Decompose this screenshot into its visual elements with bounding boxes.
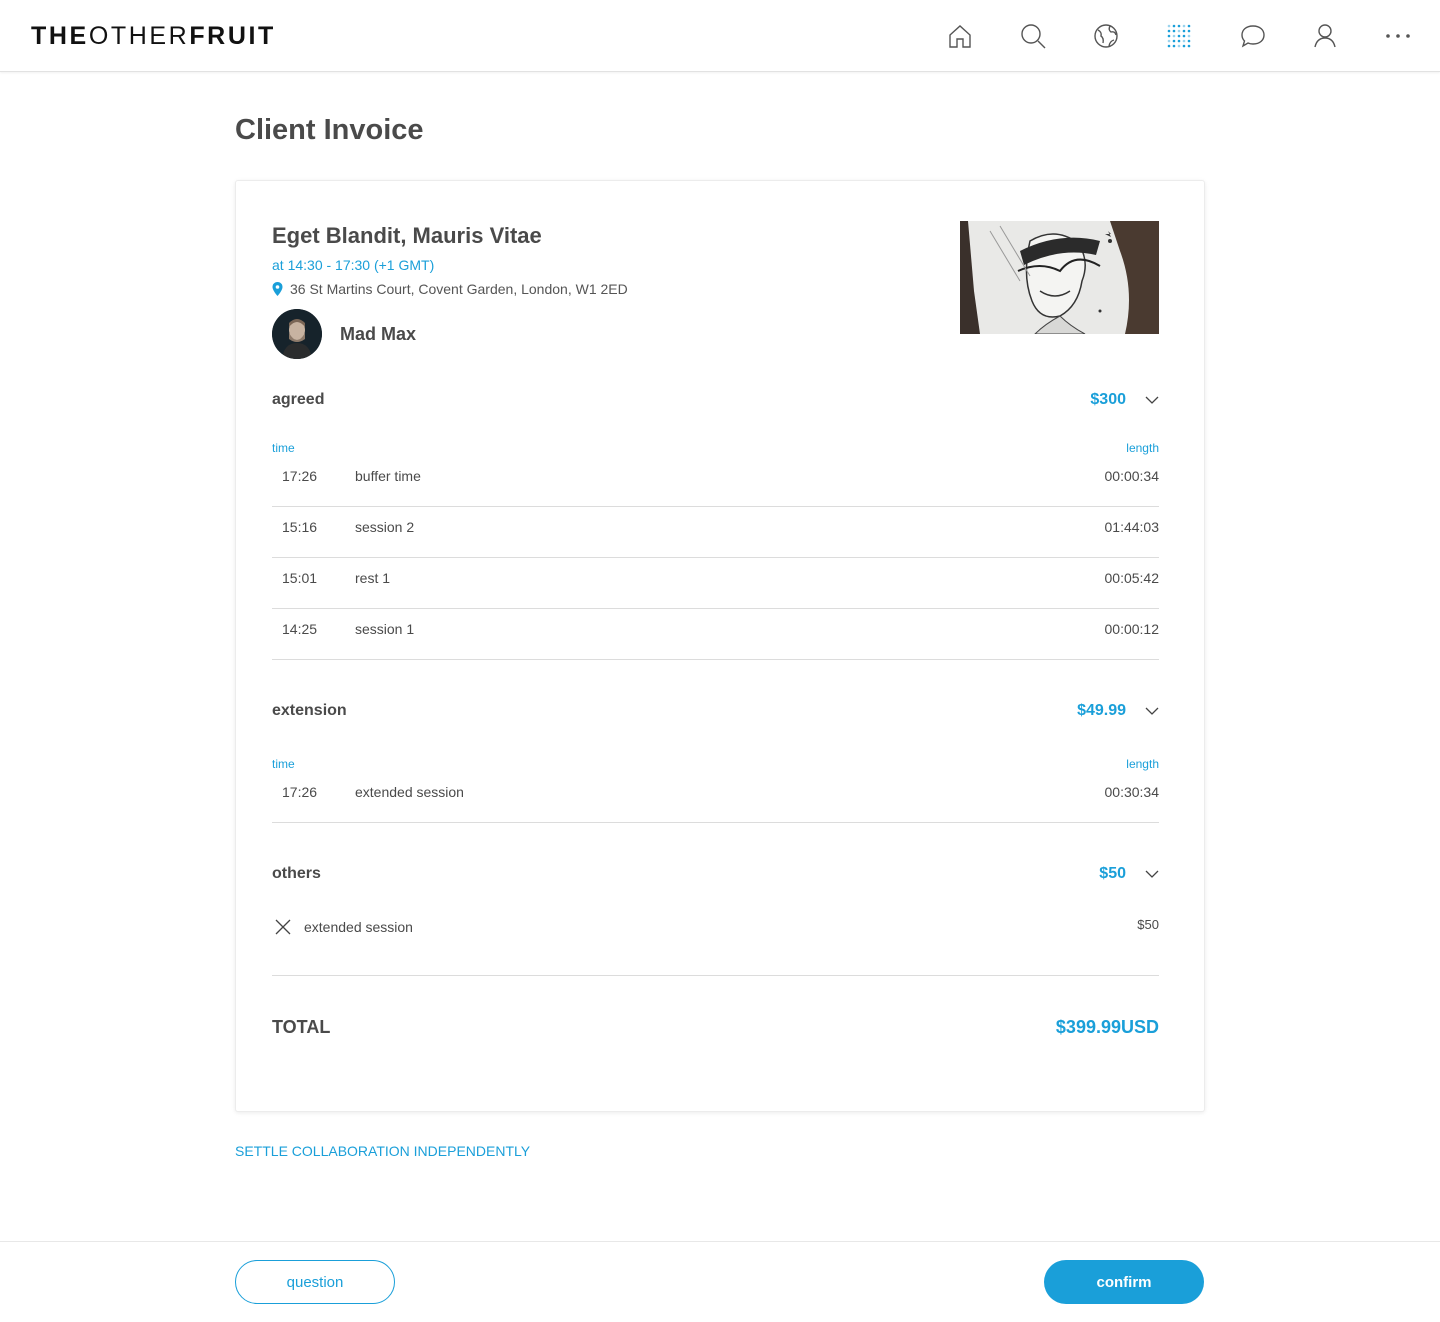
session-address: 36 St Martins Court, Covent Garden, Lond… <box>272 281 628 297</box>
section-others-label: others <box>272 865 321 882</box>
table-row: 14:25 session 1 00:00:12 <box>272 609 1159 660</box>
section-agreed-amount: $300 <box>1090 391 1126 408</box>
search-icon[interactable] <box>1019 22 1047 50</box>
row-time: 17:26 <box>282 784 318 800</box>
footer-action-bar: question confirm <box>0 1241 1440 1322</box>
row-time: 15:01 <box>282 570 318 586</box>
question-button[interactable]: question <box>235 1260 395 1304</box>
agreed-column-headers: time length <box>272 441 1159 455</box>
row-length: 00:00:12 <box>1104 621 1160 637</box>
column-header-length: length <box>1126 441 1159 455</box>
brand-logo[interactable]: THEOTHERFRUIT <box>31 22 276 51</box>
session-title: Eget Blandit, Mauris Vitae <box>272 223 542 248</box>
other-item-description: extended session <box>304 919 413 935</box>
table-row: 15:16 session 2 01:44:03 <box>272 507 1159 558</box>
address-text: 36 St Martins Court, Covent Garden, Lond… <box>290 281 628 297</box>
section-agreed-label: agreed <box>272 391 325 408</box>
divider <box>272 975 1159 976</box>
row-description: rest 1 <box>355 570 391 586</box>
row-description: session 1 <box>355 621 415 637</box>
logo-part-the: THE <box>31 22 89 50</box>
home-icon[interactable] <box>946 22 974 50</box>
dots-grid-icon[interactable] <box>1165 22 1193 50</box>
page-title: Client Invoice <box>235 114 424 146</box>
row-description: buffer time <box>355 468 421 484</box>
section-extension-amount: $49.99 <box>1077 702 1126 719</box>
tattoo-design-image[interactable] <box>960 221 1159 334</box>
logo-part-other: OTHER <box>88 22 190 50</box>
section-agreed-header[interactable]: agreed $300 <box>272 388 1159 412</box>
column-header-length: length <box>1126 757 1159 771</box>
row-length: 00:30:34 <box>1104 784 1160 800</box>
section-extension-header[interactable]: extension $49.99 <box>272 699 1159 723</box>
row-description: session 2 <box>355 519 415 535</box>
total-amount: $399.99USD <box>1055 1017 1159 1037</box>
total-label: TOTAL <box>272 1017 331 1037</box>
invoice-card: Eget Blandit, Mauris Vitae at 14:30 - 17… <box>235 180 1205 1112</box>
chevron-down-icon[interactable] <box>1145 867 1159 881</box>
row-description: extended session <box>355 784 464 800</box>
row-time: 14:25 <box>282 621 318 637</box>
more-icon[interactable] <box>1384 22 1412 50</box>
row-length: 00:00:34 <box>1104 468 1160 484</box>
close-icon[interactable] <box>275 919 291 935</box>
column-header-time: time <box>272 441 295 455</box>
section-extension-label: extension <box>272 702 347 719</box>
logo-part-fruit: FRUIT <box>189 22 276 50</box>
top-navigation-bar: THEOTHERFRUIT <box>0 0 1440 72</box>
settle-independently-link[interactable]: SETTLE COLLABORATION INDEPENDENTLY <box>235 1143 530 1159</box>
list-item: extended session $50 <box>272 916 1159 946</box>
session-time: at 14:30 - 17:30 (+1 GMT) <box>272 257 435 273</box>
row-length: 01:44:03 <box>1104 519 1160 535</box>
artist-name: Mad Max <box>340 323 417 344</box>
other-item-amount: $50 <box>1137 917 1159 932</box>
extension-column-headers: time length <box>272 757 1159 771</box>
table-row: 15:01 rest 1 00:05:42 <box>272 558 1159 609</box>
location-pin-icon <box>272 282 283 296</box>
chat-icon[interactable] <box>1239 22 1267 50</box>
globe-icon[interactable] <box>1092 22 1120 50</box>
table-row: 17:26 extended session 00:30:34 <box>272 772 1159 823</box>
row-length: 00:05:42 <box>1104 570 1160 586</box>
artist-info[interactable]: Mad Max <box>272 309 416 359</box>
chevron-down-icon[interactable] <box>1145 393 1159 407</box>
row-time: 15:16 <box>282 519 318 535</box>
column-header-time: time <box>272 757 295 771</box>
user-icon[interactable] <box>1311 22 1339 50</box>
section-others-header[interactable]: others $50 <box>272 862 1159 886</box>
avatar[interactable] <box>272 309 322 359</box>
confirm-button[interactable]: confirm <box>1044 1260 1204 1304</box>
table-row: 17:26 buffer time 00:00:34 <box>272 456 1159 507</box>
section-others-amount: $50 <box>1099 865 1126 882</box>
row-time: 17:26 <box>282 468 318 484</box>
chevron-down-icon[interactable] <box>1145 704 1159 718</box>
